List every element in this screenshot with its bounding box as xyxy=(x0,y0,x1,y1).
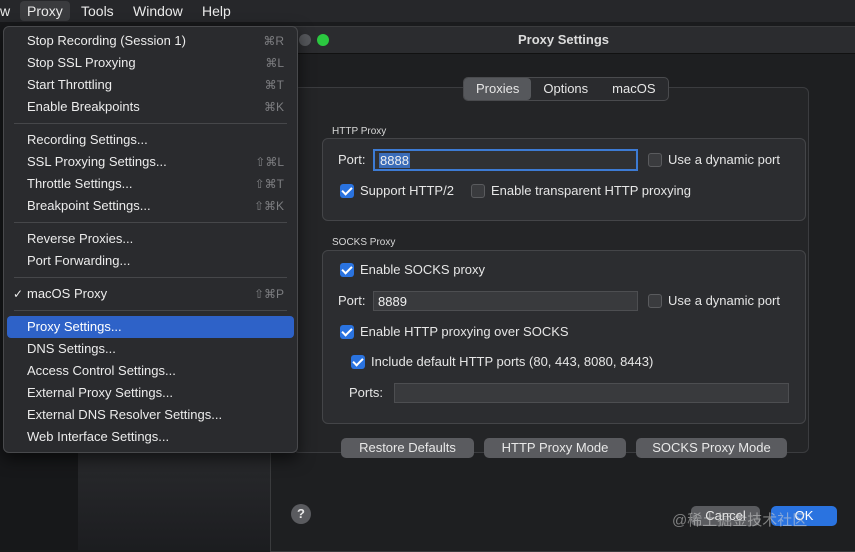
menu-item-label: Reverse Proxies... xyxy=(27,231,134,246)
include-default-ports-checkbox[interactable] xyxy=(351,355,365,369)
checkmark-icon: ✓ xyxy=(13,287,24,301)
menu-item-label: Stop SSL Proxying xyxy=(27,55,136,70)
menu-item-label: Web Interface Settings... xyxy=(27,429,170,444)
menu-item-label: Start Throttling xyxy=(27,77,113,92)
menu-item-external-dns-settings[interactable]: External DNS Resolver Settings... xyxy=(7,404,294,426)
http-port-value: 8888 xyxy=(379,153,410,168)
tab-bar: Proxies Options macOS xyxy=(463,77,669,101)
menu-item-label: Breakpoint Settings... xyxy=(27,198,151,213)
menu-separator xyxy=(14,123,287,124)
socks-port-label: Port: xyxy=(338,293,366,308)
menu-item-shortcut: ⇧⌘K xyxy=(253,199,284,213)
transparent-proxy-checkbox[interactable] xyxy=(471,184,485,198)
restore-defaults-button[interactable]: Restore Defaults xyxy=(341,438,474,458)
http-proxy-section-label: HTTP Proxy xyxy=(332,126,387,137)
proxy-menu: Stop Recording (Session 1) ⌘R Stop SSL Pr… xyxy=(3,26,298,453)
transparent-proxy-label: Enable transparent HTTP proxying xyxy=(491,183,691,198)
http-port-input[interactable]: 8888 xyxy=(373,149,638,171)
socks-dynamic-port-checkbox[interactable] xyxy=(648,294,662,308)
menu-item-reverse-proxies[interactable]: Reverse Proxies... xyxy=(7,228,294,250)
menubar-help[interactable]: Help xyxy=(202,3,231,19)
menu-item-web-interface-settings[interactable]: Web Interface Settings... xyxy=(7,426,294,448)
support-http2-checkbox[interactable] xyxy=(340,184,354,198)
menu-item-label: Proxy Settings... xyxy=(27,319,122,334)
menu-item-label: External DNS Resolver Settings... xyxy=(27,407,223,422)
enable-socks-checkbox[interactable] xyxy=(340,263,354,277)
menu-item-label: Enable Breakpoints xyxy=(27,99,140,114)
http-port-label: Port: xyxy=(338,152,366,167)
tab-proxies[interactable]: Proxies xyxy=(464,78,532,100)
menu-separator xyxy=(14,277,287,278)
menu-item-shortcut: ⇧⌘T xyxy=(254,177,284,191)
watermark-text: @稀土掘金技术社区 xyxy=(672,512,808,529)
tab-options[interactable]: Options xyxy=(531,78,600,100)
menu-item-recording-settings[interactable]: Recording Settings... xyxy=(7,129,294,151)
menu-item-label: Stop Recording (Session 1) xyxy=(27,33,186,48)
menu-item-shortcut: ⌘K xyxy=(263,100,284,114)
menu-item-stop-ssl[interactable]: Stop SSL Proxying ⌘L xyxy=(7,52,294,74)
ports-input[interactable] xyxy=(394,383,789,403)
http-dynamic-port-checkbox[interactable] xyxy=(648,153,662,167)
menubar-tools[interactable]: Tools xyxy=(81,3,114,19)
http-dynamic-port-label: Use a dynamic port xyxy=(668,152,780,167)
menubar: w Proxy Tools Window Help xyxy=(0,0,855,22)
menu-item-label: Access Control Settings... xyxy=(27,363,176,378)
dialog-title: Proxy Settings xyxy=(517,32,610,47)
menu-item-label: Throttle Settings... xyxy=(27,176,133,191)
menu-item-port-forwarding[interactable]: Port Forwarding... xyxy=(7,250,294,272)
http-proxy-mode-button[interactable]: HTTP Proxy Mode xyxy=(484,438,626,458)
menu-item-label: External Proxy Settings... xyxy=(27,385,173,400)
menubar-window[interactable]: Window xyxy=(133,3,183,19)
background-panel xyxy=(78,440,278,550)
socks-dynamic-port-label: Use a dynamic port xyxy=(668,293,780,308)
menu-item-breakpoint-settings[interactable]: Breakpoint Settings... ⇧⌘K xyxy=(7,195,294,217)
socks-proxy-section-label: SOCKS Proxy xyxy=(332,237,396,248)
menu-item-dns-settings[interactable]: DNS Settings... xyxy=(7,338,294,360)
menu-item-shortcut: ⇧⌘P xyxy=(253,287,284,301)
support-http2-label: Support HTTP/2 xyxy=(360,183,454,198)
tab-macos[interactable]: macOS xyxy=(600,78,667,100)
dialog-titlebar: Proxy Settings xyxy=(271,27,855,54)
http-over-socks-label: Enable HTTP proxying over SOCKS xyxy=(360,324,569,339)
menubar-proxy[interactable]: Proxy xyxy=(20,1,70,21)
menu-item-external-proxy-settings[interactable]: External Proxy Settings... xyxy=(7,382,294,404)
menu-item-enable-breakpoints[interactable]: Enable Breakpoints ⌘K xyxy=(7,96,294,118)
http-over-socks-checkbox[interactable] xyxy=(340,325,354,339)
menu-item-label: DNS Settings... xyxy=(27,341,116,356)
proxy-settings-dialog: Proxy Settings Proxies Options macOS HTT… xyxy=(270,26,855,552)
menu-item-label: Port Forwarding... xyxy=(27,253,131,268)
menu-item-throttle-settings[interactable]: Throttle Settings... ⇧⌘T xyxy=(7,173,294,195)
menu-item-shortcut: ⌘T xyxy=(264,78,284,92)
menubar-partial-item[interactable]: w xyxy=(0,3,10,19)
menu-item-label: macOS Proxy xyxy=(27,286,108,301)
menu-item-access-control-settings[interactable]: Access Control Settings... xyxy=(7,360,294,382)
include-default-ports-label: Include default HTTP ports (80, 443, 808… xyxy=(371,354,654,369)
socks-proxy-mode-button[interactable]: SOCKS Proxy Mode xyxy=(636,438,787,458)
menu-item-start-throttling[interactable]: Start Throttling ⌘T xyxy=(7,74,294,96)
menu-item-ssl-proxying-settings[interactable]: SSL Proxying Settings... ⇧⌘L xyxy=(7,151,294,173)
enable-socks-label: Enable SOCKS proxy xyxy=(360,262,486,277)
menu-separator xyxy=(14,310,287,311)
menu-item-label: SSL Proxying Settings... xyxy=(27,154,167,169)
menu-item-macos-proxy[interactable]: ✓ macOS Proxy ⇧⌘P xyxy=(7,283,294,305)
menu-separator xyxy=(14,222,287,223)
menu-item-shortcut: ⌘L xyxy=(265,56,284,70)
menu-item-stop-recording[interactable]: Stop Recording (Session 1) ⌘R xyxy=(7,30,294,52)
help-button[interactable]: ? xyxy=(291,504,311,524)
menu-item-shortcut: ⇧⌘L xyxy=(255,155,284,169)
menu-item-shortcut: ⌘R xyxy=(263,34,284,48)
menu-item-proxy-settings[interactable]: Proxy Settings... xyxy=(7,316,294,338)
ports-label: Ports: xyxy=(349,385,383,400)
socks-port-input[interactable]: 8889 xyxy=(373,291,638,311)
menu-item-label: Recording Settings... xyxy=(27,132,148,147)
